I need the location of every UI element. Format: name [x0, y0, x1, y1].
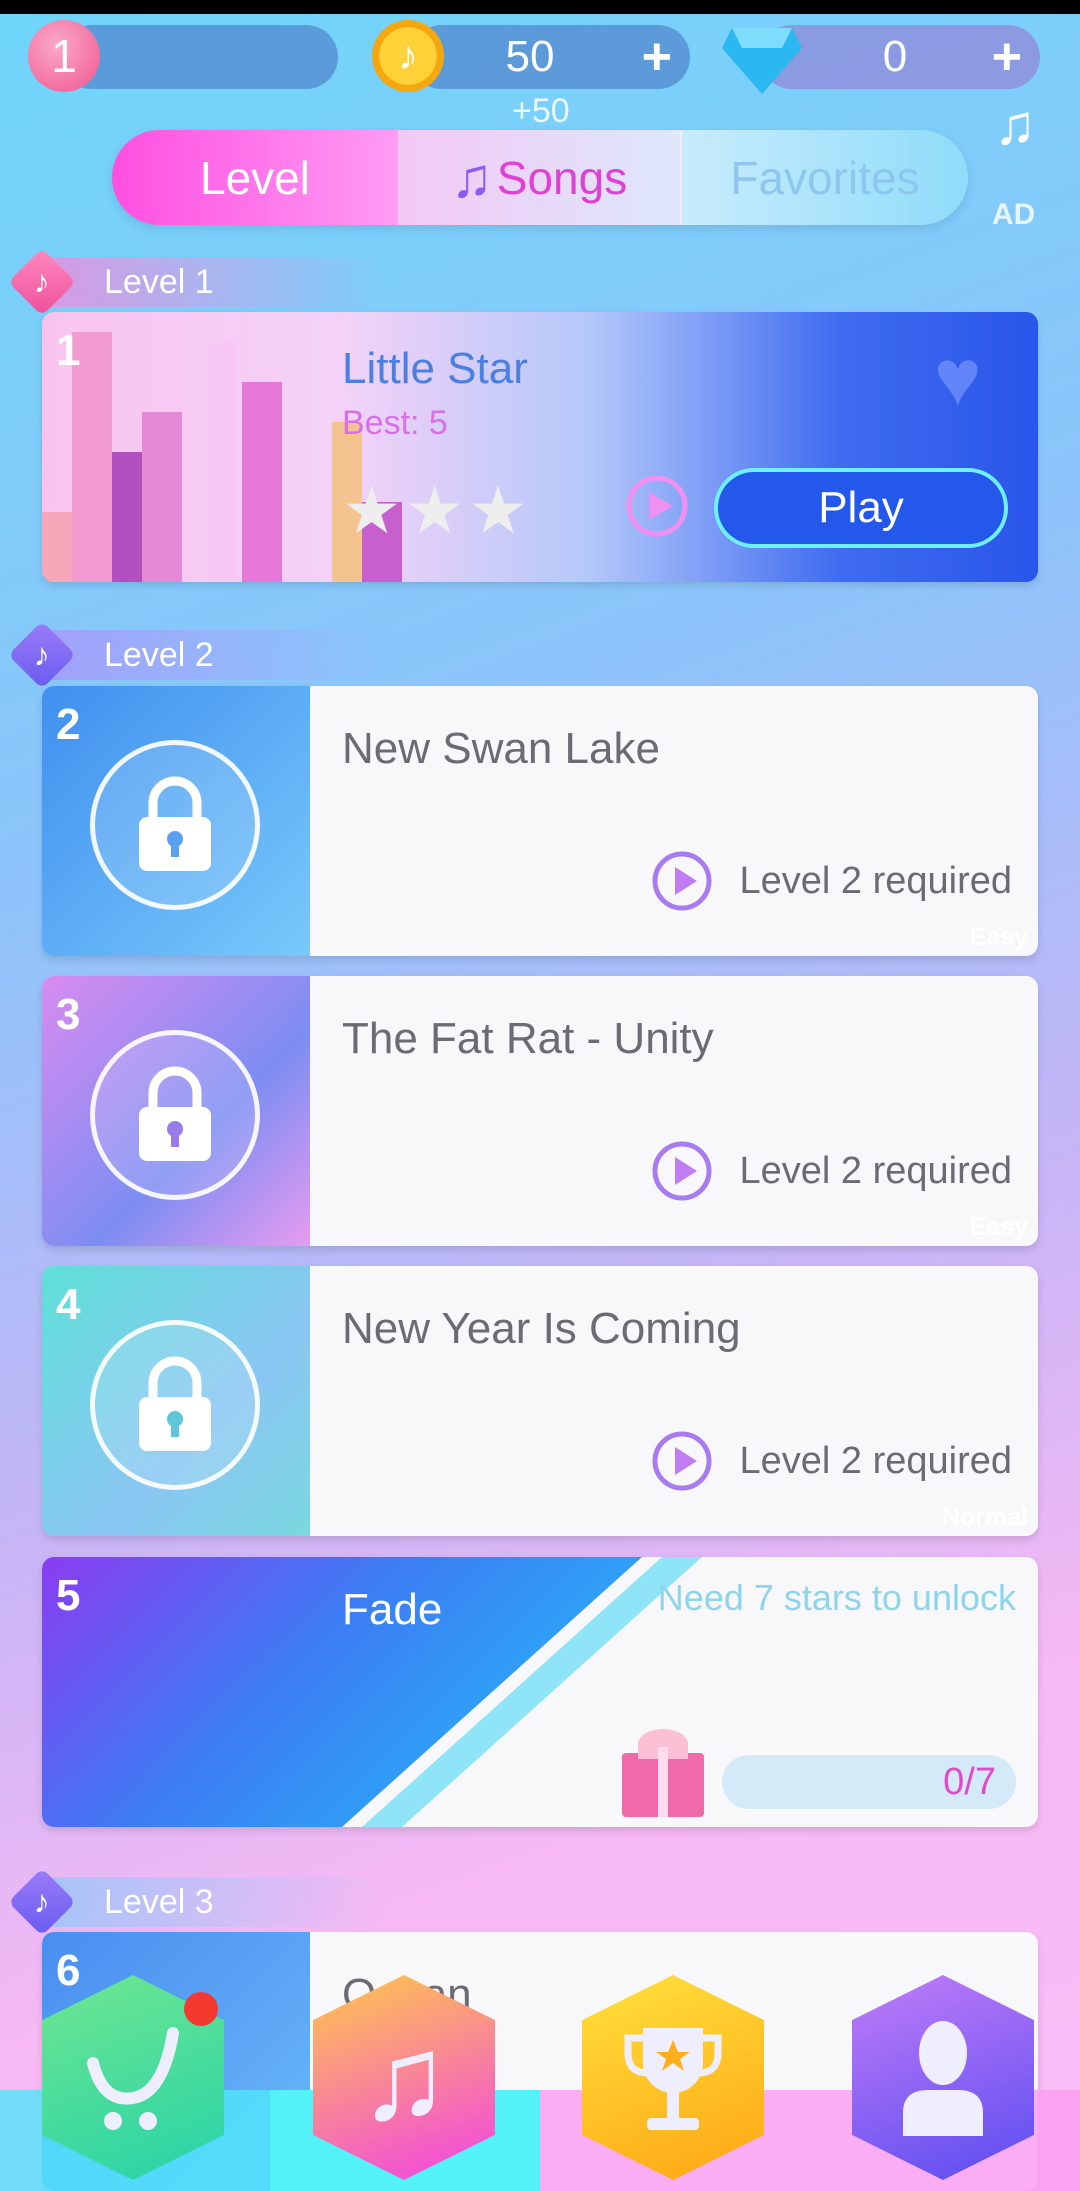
- song-title: New Year Is Coming: [342, 1304, 741, 1353]
- coin-icon: ♪: [372, 20, 444, 92]
- song-card-locked[interactable]: 2 Easy New Swan Lake Level 2 required: [42, 686, 1038, 956]
- preview-play-icon[interactable]: [651, 1140, 713, 1202]
- unlock-requirement: Need 7 stars to unlock: [657, 1577, 1016, 1618]
- preview-play-icon[interactable]: [651, 1430, 713, 1492]
- level-requirement: Level 2 required: [651, 850, 1012, 912]
- coin-bonus: +50: [512, 92, 570, 130]
- lock-icon: [90, 740, 260, 910]
- status-bar: [0, 0, 1080, 14]
- song-title: New Swan Lake: [342, 724, 660, 773]
- level-requirement: Level 2 required: [651, 1430, 1012, 1492]
- preview-play-icon[interactable]: [625, 474, 689, 538]
- tab-favorites[interactable]: Favorites: [682, 130, 968, 225]
- add-coins-button[interactable]: +: [642, 27, 672, 87]
- section-header-level-1: ♪ Level 1: [8, 248, 382, 316]
- section-header-level-2: ♪ Level 2: [8, 621, 382, 689]
- tab-bar: Level ♫ Songs Favorites: [112, 130, 968, 225]
- song-card-little-star[interactable]: 1 Little Star Best: 5 ★★★ Play ♥: [42, 312, 1038, 582]
- tab-songs[interactable]: ♫ Songs: [398, 130, 682, 225]
- level-progress-bar: [60, 25, 338, 89]
- lock-icon: [90, 1320, 260, 1490]
- trophy-icon: [624, 2027, 722, 2130]
- cart-icon: [87, 2026, 179, 2130]
- lock-icon: [90, 1030, 260, 1200]
- add-gems-button[interactable]: +: [992, 27, 1022, 87]
- ad-button[interactable]: AD: [992, 198, 1035, 232]
- star-rating: ★★★: [342, 473, 532, 547]
- favorite-heart-icon[interactable]: ♥: [934, 332, 982, 424]
- song-card-locked[interactable]: 4 Normal New Year Is Coming Level 2 requ…: [42, 1266, 1038, 1536]
- gift-icon[interactable]: [622, 1727, 704, 1817]
- tab-level[interactable]: Level: [112, 130, 398, 225]
- music-note-icon: ♫: [359, 2010, 449, 2145]
- preview-play-icon[interactable]: [651, 850, 713, 912]
- song-title: The Fat Rat - Unity: [342, 1014, 714, 1063]
- song-card-locked[interactable]: 3 Easy The Fat Rat - Unity Level 2 requi…: [42, 976, 1038, 1246]
- section-header-level-3: ♪ Level 3: [8, 1868, 382, 1936]
- best-score: Best: 5: [342, 404, 448, 442]
- song-title: Fade: [342, 1585, 443, 1634]
- coin-counter: 50 +: [410, 25, 690, 89]
- gem-icon: [722, 28, 802, 94]
- music-toggle-icon[interactable]: ♫: [994, 92, 1036, 157]
- gem-counter: 0 +: [760, 25, 1040, 89]
- play-button[interactable]: Play: [714, 468, 1008, 548]
- profile-icon: [903, 2020, 983, 2136]
- song-card-star-locked[interactable]: 5 Fade Need 7 stars to unlock 0/7: [42, 1557, 1038, 1827]
- star-progress-bar: 0/7: [722, 1755, 1016, 1809]
- notification-dot: [184, 1992, 218, 2026]
- level-requirement: Level 2 required: [651, 1140, 1012, 1202]
- music-note-icon: ♫: [450, 146, 493, 209]
- level-badge: 1: [28, 20, 100, 92]
- song-title: Little Star: [342, 344, 528, 393]
